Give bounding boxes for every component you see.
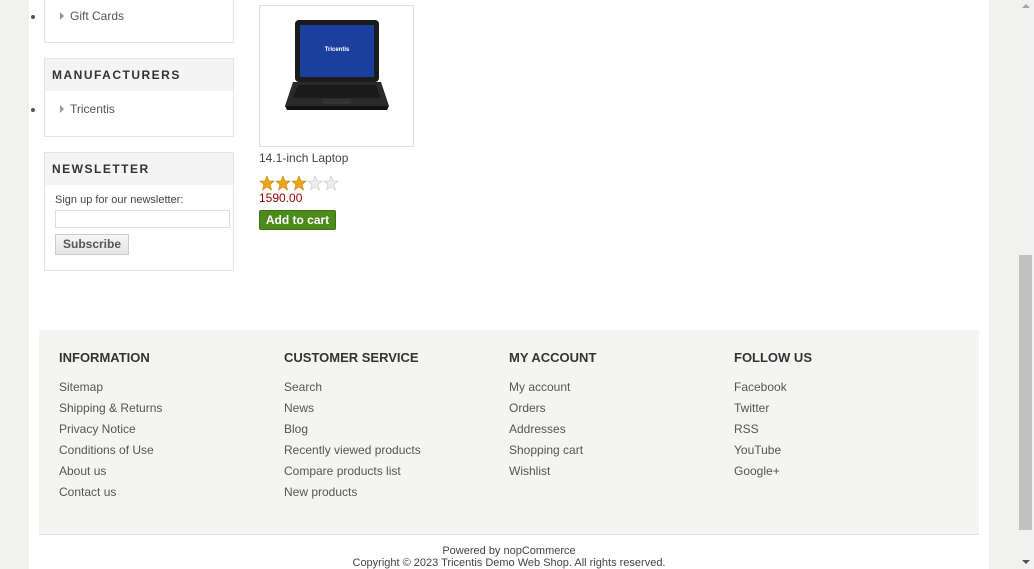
star-filled-icon [291, 175, 307, 191]
arrow-right-icon [60, 105, 64, 113]
footer-column-title: Customer service [284, 350, 419, 365]
product-picture[interactable]: Tricentis [259, 5, 414, 147]
manufacturers-block: Manufacturers Tricentis [44, 58, 234, 137]
footer-link[interactable]: Google+ [734, 464, 954, 485]
nopcommerce-link[interactable]: nopCommerce [504, 545, 576, 557]
footer-column-follow-us: Follow us Facebook Twitter RSS YouTube G… [734, 350, 954, 485]
star-filled-icon [259, 175, 275, 191]
footer-link[interactable]: Shopping cart [509, 443, 729, 464]
category-item-label[interactable]: Gift Cards [70, 9, 124, 23]
footer-link[interactable]: New products [284, 485, 504, 506]
scroll-thumb[interactable] [1019, 255, 1032, 530]
product-title[interactable]: 14.1-inch Laptop [259, 151, 348, 165]
powered-by-prefix: Powered by [442, 545, 501, 557]
category-item-gift-cards[interactable]: Gift Cards [45, 6, 233, 26]
footer-link[interactable]: Facebook [734, 380, 954, 401]
footer-link[interactable]: Compare products list [284, 464, 504, 485]
footer-link[interactable]: Shipping & Returns [59, 401, 279, 422]
footer-link[interactable]: Twitter [734, 401, 954, 422]
footer-link[interactable]: Contact us [59, 485, 279, 506]
footer-column-title: My account [509, 350, 597, 365]
newsletter-email-input[interactable] [55, 210, 230, 228]
scroll-down-arrow-icon[interactable] [1022, 560, 1030, 564]
vertical-scrollbar[interactable] [1017, 0, 1034, 569]
star-empty-icon [323, 175, 339, 191]
footer-link[interactable]: RSS [734, 422, 954, 443]
footer-link[interactable]: Wishlist [509, 464, 729, 485]
footer-link[interactable]: About us [59, 464, 279, 485]
newsletter-block: Newsletter Sign up for our newsletter: S… [44, 152, 234, 271]
manufacturer-item-tricentis[interactable]: Tricentis [45, 99, 233, 119]
footer-link[interactable]: News [284, 401, 504, 422]
categories-block: Gift Cards [44, 0, 234, 43]
newsletter-title: Newsletter [45, 153, 233, 185]
product-price: 1590.00 [259, 191, 303, 205]
footer-link[interactable]: YouTube [734, 443, 954, 464]
add-to-cart-button[interactable]: Add to cart [259, 210, 336, 230]
footer-column-title: Information [59, 350, 150, 365]
newsletter-label: Sign up for our newsletter: [55, 194, 184, 206]
copyright-text: Copyright © 2023 Tricentis Demo Web Shop… [352, 557, 666, 569]
scroll-up-arrow-icon[interactable] [1022, 4, 1030, 8]
footer-link[interactable]: Privacy Notice [59, 422, 279, 443]
footer-link[interactable]: Conditions of Use [59, 443, 279, 464]
laptop-image[interactable]: Tricentis [260, 6, 415, 148]
footer-link[interactable]: Orders [509, 401, 729, 422]
arrow-right-icon [60, 12, 64, 20]
footer-column-title: Follow us [734, 350, 812, 365]
subscribe-button[interactable]: Subscribe [55, 234, 129, 255]
footer-link[interactable]: My account [509, 380, 729, 401]
manufacturers-title: Manufacturers [45, 59, 233, 91]
footer-link[interactable]: Search [284, 380, 504, 401]
footer-column-information: Information Sitemap Shipping & Returns P… [59, 350, 279, 506]
footer-column-my-account: My account My account Orders Addresses S… [509, 350, 729, 485]
star-filled-icon [275, 175, 291, 191]
footer-link[interactable]: Blog [284, 422, 504, 443]
star-empty-icon [307, 175, 323, 191]
footer: Information Sitemap Shipping & Returns P… [39, 330, 979, 535]
manufacturer-item-label[interactable]: Tricentis [70, 102, 115, 116]
product-rating [259, 175, 339, 191]
footer-link[interactable]: Recently viewed products [284, 443, 504, 464]
footer-link[interactable]: Sitemap [59, 380, 279, 401]
footer-powered-by: Powered by nopCommerce Copyright © 2023 … [39, 545, 979, 569]
footer-column-customer-service: Customer service Search News Blog Recent… [284, 350, 504, 506]
laptop-screen-logo: Tricentis [325, 47, 350, 53]
footer-link[interactable]: Addresses [509, 422, 729, 443]
